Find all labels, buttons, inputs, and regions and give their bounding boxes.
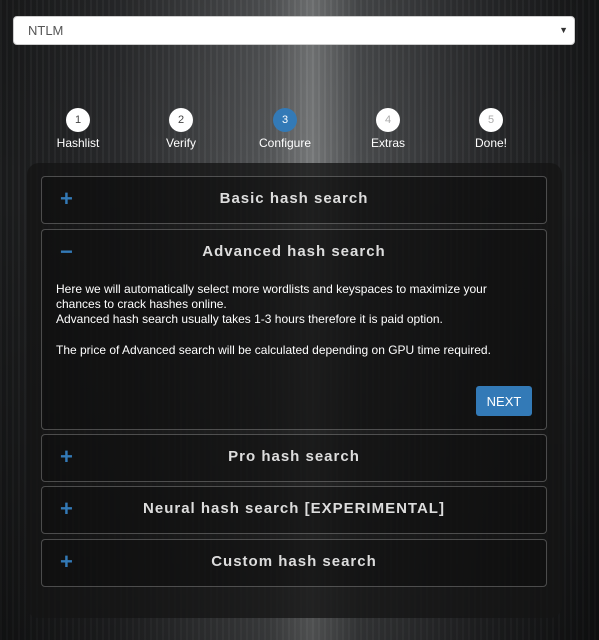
step-extras[interactable]: 4 Extras [348,108,428,150]
step-number: 4 [376,108,400,132]
chevron-down-icon: ▼ [559,25,568,35]
duration-text: Advanced hash search usually takes 1-3 h… [56,312,443,326]
accordion-title: Pro hash search [228,448,360,465]
step-number: 2 [169,108,193,132]
step-label: Verify [165,136,196,150]
accordion-neural[interactable]: + Neural hash search [EXPERIMENTAL] [41,486,547,534]
accordion-title: Advanced hash search [202,243,386,260]
description-text: Here we will automatically select more w… [56,282,487,311]
hash-type-select[interactable]: NTLM ▼ [13,16,575,45]
accordion-header[interactable]: + Custom hash search [42,540,546,584]
wizard-steps: 1 Hashlist 2 Verify 3 Configure 4 Extras… [0,108,599,158]
accordion-title: Basic hash search [219,190,369,207]
accordion-header[interactable]: + Basic hash search [42,177,546,221]
accordion-advanced[interactable]: − Advanced hash search Here we will auto… [41,229,547,430]
accordion-header[interactable]: + Pro hash search [42,435,546,479]
step-configure[interactable]: 3 Configure [245,108,325,150]
accordion-custom[interactable]: + Custom hash search [41,539,547,587]
search-options-panel: + Basic hash search − Advanced hash sear… [27,163,562,618]
accordion-body: Here we will automatically select more w… [42,274,546,358]
accordion-pro[interactable]: + Pro hash search [41,434,547,482]
step-label: Done! [474,136,508,150]
step-hashlist[interactable]: 1 Hashlist [38,108,118,150]
step-number: 5 [479,108,503,132]
next-button[interactable]: NEXT [476,386,532,416]
step-verify[interactable]: 2 Verify [141,108,221,150]
hash-type-value: NTLM [28,23,64,38]
accordion-title: Neural hash search [EXPERIMENTAL] [143,500,445,517]
step-number: 3 [273,108,297,132]
step-label: Extras [370,136,405,150]
accordion-basic[interactable]: + Basic hash search [41,176,547,224]
step-label: Configure [258,136,312,150]
step-label: Hashlist [56,136,100,150]
accordion-header[interactable]: − Advanced hash search [42,230,546,274]
price-text: The price of Advanced search will be cal… [56,343,491,357]
accordion-title: Custom hash search [211,553,377,570]
step-number: 1 [66,108,90,132]
accordion-header[interactable]: + Neural hash search [EXPERIMENTAL] [42,487,546,531]
step-done[interactable]: 5 Done! [451,108,531,150]
